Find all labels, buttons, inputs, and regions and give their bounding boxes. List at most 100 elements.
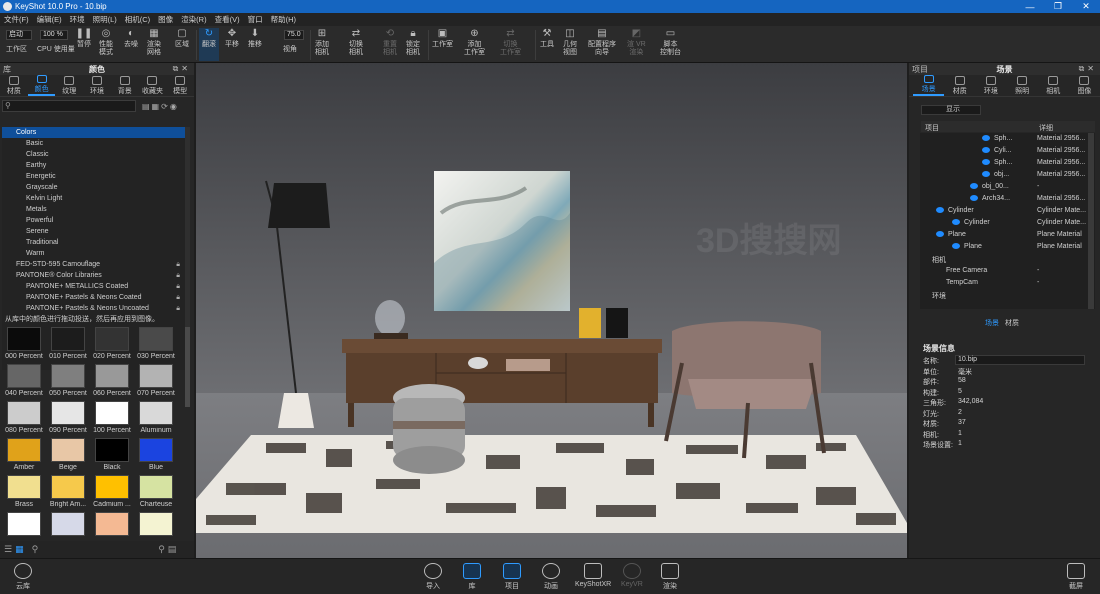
scene-scrollbar[interactable] xyxy=(1088,133,1094,309)
library-search-input[interactable]: ⚲ xyxy=(2,100,136,112)
color-swatch[interactable]: Amber xyxy=(4,438,44,475)
color-swatch[interactable]: Beige xyxy=(48,438,88,475)
color-swatch[interactable]: 070 Percent xyxy=(136,364,176,401)
menu-image[interactable]: 图像 xyxy=(154,14,177,25)
menu-environment[interactable]: 环境 xyxy=(66,14,89,25)
cloud-library-button[interactable]: 云库 xyxy=(14,563,32,591)
configurator-wizard-button[interactable]: ▤ 配置程序 向导 xyxy=(588,28,616,57)
tab-colors[interactable]: 颜色 xyxy=(27,75,56,96)
scene-tree-row[interactable]: Cylinder Cylinder Mate... xyxy=(920,205,1095,217)
visibility-eye-icon[interactable] xyxy=(970,183,978,189)
menu-help[interactable]: 帮助(H) xyxy=(267,14,300,25)
workspace-select[interactable]: 启动 xyxy=(6,30,32,40)
tree-item[interactable]: PANTONE+ METALLICS Coated 🔒︎ xyxy=(2,281,186,292)
render-viewport[interactable]: 3D搜搜网 xyxy=(196,63,907,558)
performance-mode-button[interactable]: ◎ 性能 模式 xyxy=(99,28,113,57)
grid-view-icon[interactable]: ▦ xyxy=(15,544,24,555)
color-swatch[interactable] xyxy=(136,512,176,541)
color-swatch[interactable]: 100 Percent xyxy=(92,401,132,438)
tab-materials[interactable]: 材质 xyxy=(0,75,28,96)
library-actions-icon[interactable]: ▤▦⟳◉ xyxy=(142,102,179,111)
visibility-eye-icon[interactable] xyxy=(952,243,960,249)
pause-button[interactable]: ❚❚ 暂停 xyxy=(76,28,93,49)
add-studio-button[interactable]: ⊕ 添加 工作室 xyxy=(464,28,485,57)
render-grid-button[interactable]: ▦ 渲染 网格 xyxy=(147,28,161,57)
keyshotxr-button[interactable]: KeyShotXR xyxy=(575,563,611,588)
color-swatch[interactable]: Blue xyxy=(136,438,176,475)
zoom-slider-icon[interactable]: ⚲ xyxy=(32,544,39,555)
menu-lighting[interactable]: 照明(L) xyxy=(89,14,121,25)
panel-controls-icon[interactable]: ⧉✕ xyxy=(173,64,191,74)
scene-tree-row[interactable]: TempCam - xyxy=(920,277,1095,289)
tab-textures[interactable]: 纹理 xyxy=(55,75,83,96)
import-button[interactable]: 导入 xyxy=(424,563,442,591)
pan-button[interactable]: ✥ 平移 xyxy=(225,28,239,49)
color-swatch[interactable]: 000 Percent xyxy=(4,327,44,364)
scene-tree-row[interactable]: Cylinder Cylinder Mate... xyxy=(920,217,1095,229)
visibility-eye-icon[interactable] xyxy=(982,135,990,141)
visibility-eye-icon[interactable] xyxy=(936,207,944,213)
view-angle-button[interactable]: 视角 xyxy=(283,46,297,54)
panel-controls-icon[interactable]: ⧉✕ xyxy=(1079,64,1097,74)
visibility-eye-icon[interactable] xyxy=(982,171,990,177)
scene-tree-row[interactable]: obj_00... - xyxy=(920,181,1095,193)
color-swatch[interactable]: 010 Percent xyxy=(48,327,88,364)
color-swatch[interactable]: Aluminum xyxy=(136,401,176,438)
tree-item[interactable]: Kelvin Light xyxy=(2,193,186,204)
screenshot-button[interactable]: 截屏 xyxy=(1067,563,1085,591)
menu-render[interactable]: 渲染(R) xyxy=(177,14,210,25)
add-camera-button[interactable]: ⊞ 添加 相机 xyxy=(315,28,329,57)
lock-camera-button[interactable]: 🔒︎ 锁定 相机 xyxy=(406,28,420,57)
color-swatch[interactable]: 030 Percent xyxy=(136,327,176,364)
denoise-button[interactable]: ◐ 去噪 xyxy=(124,28,138,49)
library-toggle-button[interactable]: 库 xyxy=(463,563,481,591)
tree-item[interactable]: Traditional xyxy=(2,237,186,248)
visibility-eye-icon[interactable] xyxy=(936,231,944,237)
subtab-material[interactable]: 材质 xyxy=(1005,318,1019,328)
animation-button[interactable]: 动画 xyxy=(542,563,560,591)
scene-tree-row[interactable]: Arch34... Material 2956... xyxy=(920,193,1095,205)
menu-window[interactable]: 窗口 xyxy=(244,14,267,25)
reset-camera-button[interactable]: ⟲ 重置 相机 xyxy=(383,28,397,57)
tree-item[interactable]: PANTONE+ Pastels & Neons Coated 🔒︎ xyxy=(2,292,186,303)
tree-item[interactable]: Basic xyxy=(2,138,186,149)
switch-camera-button[interactable]: ⇄ 切换 相机 xyxy=(349,28,363,57)
scene-tree-row[interactable]: 环境 xyxy=(920,289,1095,301)
geometry-view-button[interactable]: ◫ 几何 视图 xyxy=(563,28,577,57)
tumble-button[interactable]: ↻ 翻滚 xyxy=(199,28,219,61)
tab-lighting[interactable]: 照明 xyxy=(1007,75,1038,96)
color-swatch[interactable]: 060 Percent xyxy=(92,364,132,401)
close-button[interactable]: ✕ xyxy=(1072,0,1100,13)
tab-camera[interactable]: 相机 xyxy=(1038,75,1069,96)
color-swatch[interactable]: 020 Percent xyxy=(92,327,132,364)
dolly-button[interactable]: ⬇ 推移 xyxy=(248,28,262,49)
tree-item[interactable]: Earthy xyxy=(2,160,186,171)
tab-backplates[interactable]: 背景 xyxy=(111,75,139,96)
tab-models[interactable]: 模型 xyxy=(166,75,194,96)
menu-view[interactable]: 查看(V) xyxy=(211,14,244,25)
zoom-input[interactable]: 100 % xyxy=(40,30,68,40)
color-swatch[interactable] xyxy=(92,512,132,541)
color-swatch[interactable]: Brass xyxy=(4,475,44,512)
tab-environment[interactable]: 环境 xyxy=(975,75,1006,96)
visibility-eye-icon[interactable] xyxy=(952,219,960,225)
workspace-button[interactable]: 工作区 xyxy=(6,46,27,54)
cpu-usage-button[interactable]: CPU 使用量 xyxy=(37,46,75,54)
maximize-button[interactable]: ❐ xyxy=(1044,0,1072,13)
scene-tree-row[interactable]: Plane Plane Material xyxy=(920,241,1095,253)
tree-item[interactable]: Metals xyxy=(2,204,186,215)
visibility-eye-icon[interactable] xyxy=(982,159,990,165)
scene-tree-row[interactable]: Cyli... Material 2956... xyxy=(920,145,1095,157)
color-swatch[interactable]: 040 Percent xyxy=(4,364,44,401)
studio-button[interactable]: ▣ 工作室 xyxy=(432,28,453,49)
color-swatch[interactable] xyxy=(48,512,88,541)
color-swatch[interactable]: 080 Percent xyxy=(4,401,44,438)
settings-icon[interactable]: ▤ xyxy=(168,544,177,555)
color-swatch[interactable]: Bright Am... xyxy=(48,475,88,512)
tree-item[interactable]: Serene xyxy=(2,226,186,237)
fov-input[interactable]: 75.0 xyxy=(284,30,304,40)
tools-button[interactable]: ⚒ 工具 xyxy=(540,28,554,49)
visibility-eye-icon[interactable] xyxy=(982,147,990,153)
tree-item[interactable]: Classic xyxy=(2,149,186,160)
project-toggle-button[interactable]: 项目 xyxy=(503,563,521,591)
